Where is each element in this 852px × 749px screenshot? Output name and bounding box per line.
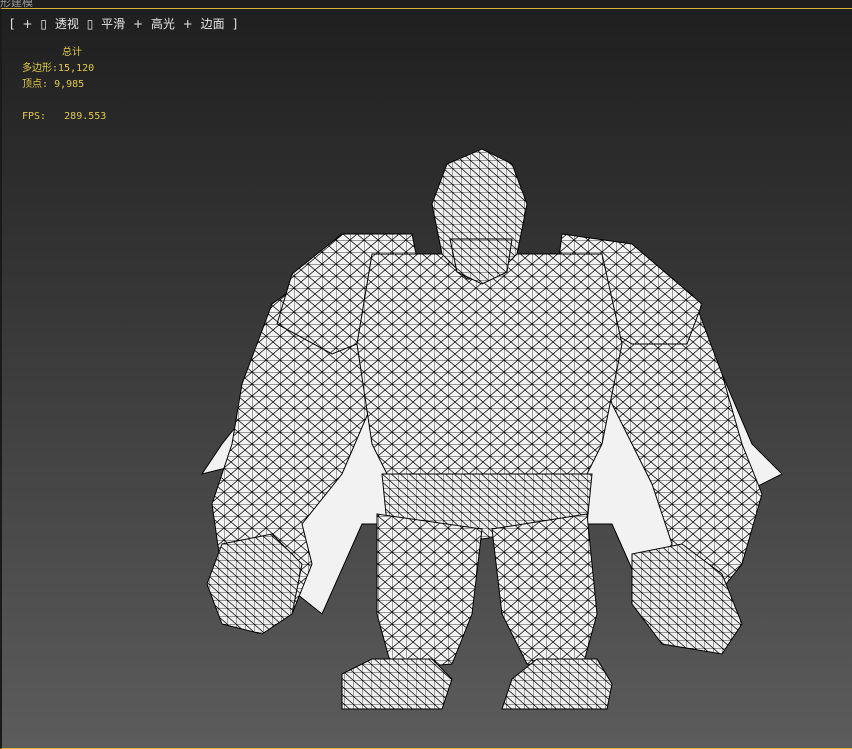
polygon-count-label: 多边形:	[22, 63, 59, 74]
menu-bracket-open: [	[10, 17, 15, 31]
shading-mode-label[interactable]: 平滑	[101, 17, 125, 31]
statistics-overlay: 总计 多边形:15,120 顶点: 9,985 FPS: 289.553	[22, 45, 106, 125]
menu-plus: +	[132, 17, 144, 31]
menu-plus: +	[182, 17, 193, 31]
polygon-count-value: 15,120	[58, 63, 95, 74]
fps-readout: FPS: 289.553	[22, 109, 106, 125]
right-leg	[491, 513, 598, 670]
edged-faces-label[interactable]: 边面	[201, 17, 225, 31]
vertex-count-value: 9,985	[54, 79, 85, 90]
wireframe-character-model[interactable]	[182, 144, 802, 724]
menu-separator: ▯	[86, 17, 94, 31]
menu-bracket-close: ]	[232, 17, 238, 31]
right-foot	[501, 658, 613, 710]
torso	[356, 253, 623, 485]
vertex-count-label: 顶点:	[22, 79, 49, 90]
view-type-label[interactable]: 透视	[55, 17, 79, 31]
fps-label: FPS:	[22, 111, 47, 122]
menu-separator: ▯	[40, 17, 48, 31]
viewport-options-plus[interactable]: +	[23, 17, 33, 31]
vertex-count: 顶点: 9,985	[22, 77, 106, 93]
stats-header: 总计	[62, 47, 82, 58]
viewport-label-menu[interactable]: [ + ▯ 透视 ▯ 平滑 + 高光 + 边面 ]	[10, 15, 241, 32]
left-leg	[376, 513, 483, 670]
fps-value: 289.553	[64, 111, 107, 122]
polygon-count: 多边形:15,120	[22, 61, 106, 77]
perspective-viewport[interactable]: [ + ▯ 透视 ▯ 平滑 + 高光 + 边面 ] 总计 多边形:15,120 …	[0, 8, 852, 749]
left-foot	[341, 658, 453, 710]
highlight-label[interactable]: 高光	[151, 17, 175, 31]
